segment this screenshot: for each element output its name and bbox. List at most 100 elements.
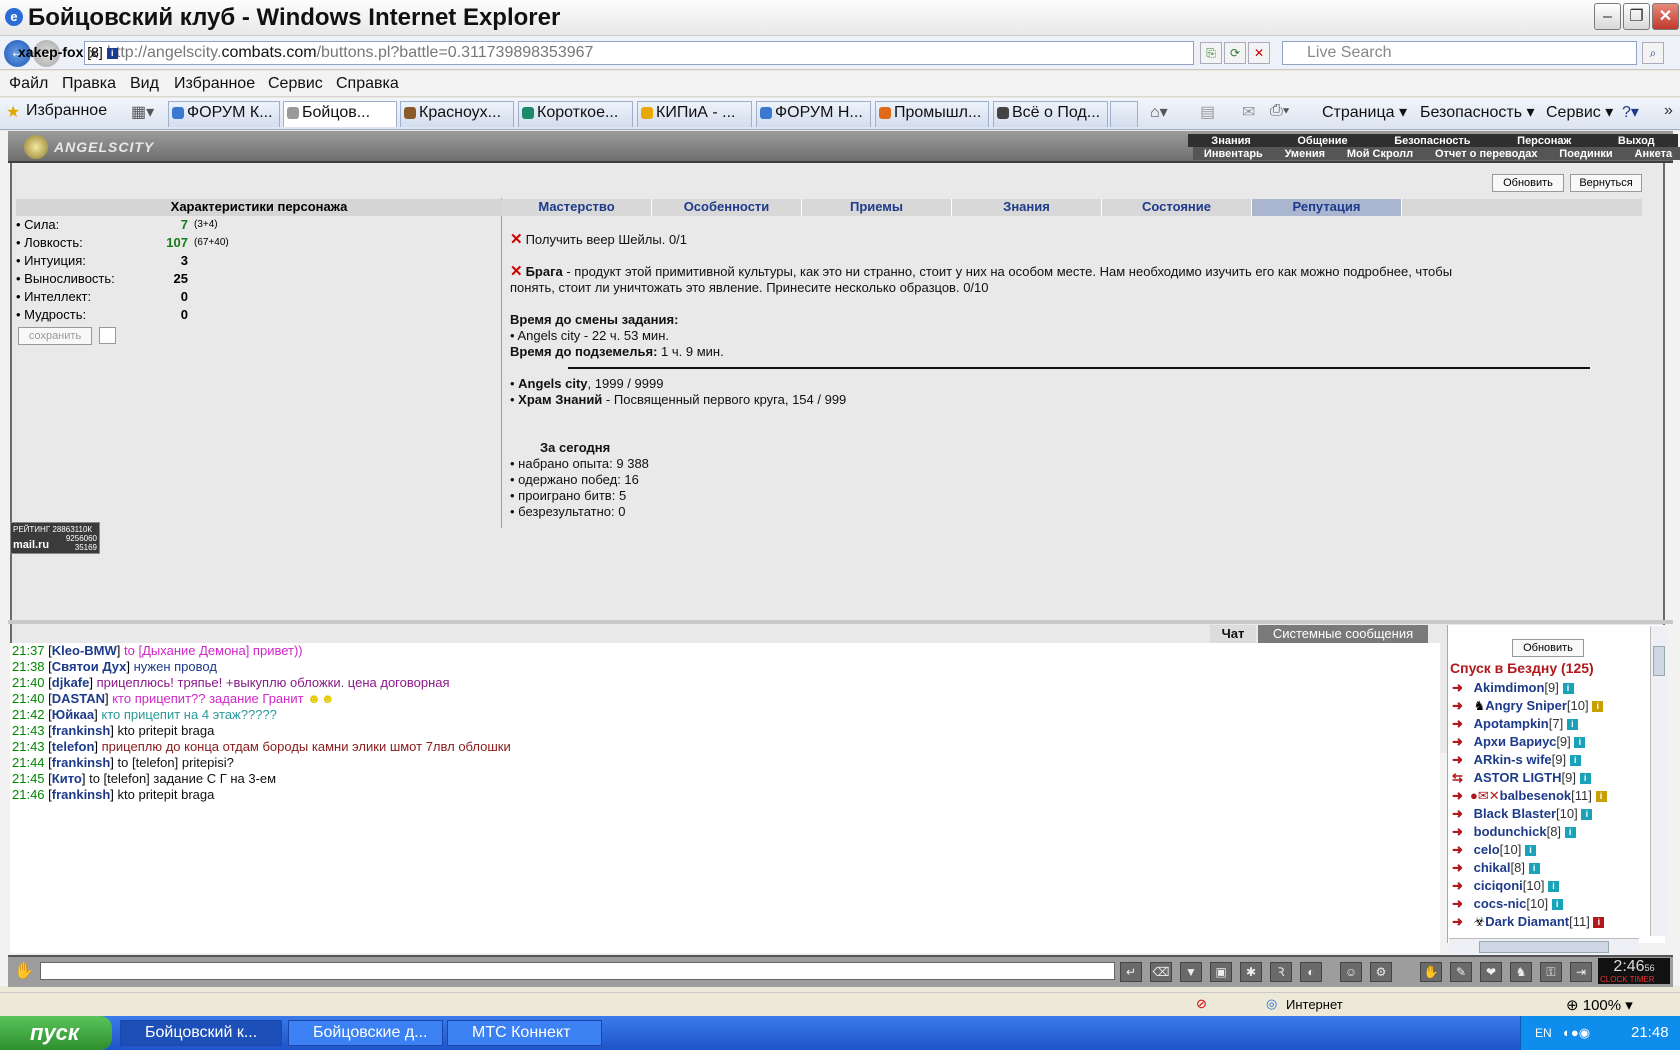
tab-combats[interactable]: Бойцов... — [283, 101, 397, 127]
user-row[interactable]: ➜ ♞Angry Sniper[10] i — [1452, 698, 1604, 714]
save-log-icon[interactable]: ▣ — [1210, 962, 1232, 982]
minimize-button[interactable]: – — [1594, 3, 1621, 30]
lang-indicator[interactable]: EN — [1535, 1016, 1552, 1050]
task-combats-2[interactable]: Бойцовские д... — [288, 1020, 443, 1046]
user-row[interactable]: ➜ Akimdimon[9] i — [1452, 680, 1574, 696]
tab-forum-n[interactable]: ФОРУМ Н... — [756, 101, 871, 127]
info-icon[interactable]: i — [1595, 791, 1607, 802]
tab-forum-k[interactable]: ФОРУМ К... — [168, 101, 280, 127]
tray-icons[interactable]: ◐●◉ — [1563, 1016, 1590, 1050]
user-row[interactable]: ➜ ARkin-s wife[9] i — [1452, 752, 1581, 768]
tab-vse-o-pod[interactable]: Всё о Под... — [993, 101, 1108, 127]
menu-edit[interactable]: Правка — [62, 75, 116, 93]
user-row[interactable]: ➜ ☣Dark Diamant[11] i — [1452, 914, 1605, 930]
refresh-button[interactable]: Обновить — [1492, 174, 1564, 192]
info-icon[interactable]: i — [1524, 845, 1536, 856]
task-combats-1[interactable]: Бойцовский к... — [120, 1020, 282, 1046]
menu-view[interactable]: Вид — [130, 75, 159, 93]
tab-korotkoe[interactable]: Короткое... — [518, 101, 633, 127]
page-menu[interactable]: Страница ▾ — [1322, 102, 1407, 122]
tab-znania[interactable]: Знания — [952, 199, 1102, 216]
info-icon[interactable]: i — [1592, 701, 1604, 712]
back-game-button[interactable]: Вернуться — [1570, 174, 1642, 192]
nav-scroll[interactable]: Мой Скролл — [1347, 148, 1413, 160]
print-icon[interactable]: ⎙▾ — [1270, 102, 1290, 120]
info-icon[interactable]: i — [1566, 719, 1578, 730]
info-icon[interactable]: i — [1574, 737, 1586, 748]
nav-znania[interactable]: Знания — [1211, 135, 1250, 147]
mailru-rating-badge[interactable]: РЕЙТИНГ 28863110К 9256060 35169 mail.ru — [10, 522, 100, 554]
chat-options-icon[interactable]: ✋ — [14, 961, 36, 981]
nav-obshenie[interactable]: Общение — [1297, 135, 1347, 147]
home-icon[interactable]: ⌂▾ — [1150, 102, 1168, 122]
nav-umenia[interactable]: Умения — [1285, 148, 1325, 160]
nav-vyhod[interactable]: Выход — [1618, 135, 1655, 147]
userlist-vscroll[interactable] — [1650, 626, 1667, 936]
feeds-icon[interactable]: ▤ — [1200, 102, 1215, 122]
refresh-icon[interactable]: ⟳ — [1224, 42, 1246, 64]
zoom-level[interactable]: ⊕ 100% ▾ — [1566, 996, 1633, 1014]
tools-menu[interactable]: Сервис ▾ — [1546, 102, 1613, 122]
tab-grid-icon[interactable]: ▦▾ — [131, 102, 154, 122]
menu-tools[interactable]: Сервис — [268, 75, 323, 93]
filter-icon[interactable]: ▼ — [1180, 962, 1202, 982]
nav-anketa[interactable]: Анкета — [1635, 148, 1673, 160]
user-row[interactable]: ➜ celo[10] i — [1452, 842, 1536, 858]
tab-krasnoukh[interactable]: Красноух... — [400, 101, 514, 127]
tab-sostoyanie[interactable]: Состояние — [1102, 199, 1252, 216]
save-checkbox[interactable] — [99, 327, 116, 344]
hand-icon[interactable]: ✋ — [1420, 962, 1442, 982]
search-input[interactable]: Live Search — [1282, 41, 1637, 65]
user-row[interactable]: ➜ ciciqoni[10] i — [1452, 878, 1560, 894]
tab-masterstvo[interactable]: Мастерство — [502, 199, 652, 216]
stop-icon[interactable]: ✕ — [1248, 42, 1270, 64]
menu-favorites[interactable]: Избранное — [174, 75, 255, 93]
popup-blocked-icon[interactable]: ⊘ — [1196, 996, 1207, 1012]
userlist-hscroll[interactable] — [1449, 938, 1639, 955]
info-icon[interactable]: i — [1551, 899, 1563, 910]
nav-inventar[interactable]: Инвентарь — [1204, 148, 1263, 160]
user-row[interactable]: ➜ Black Blaster[10] i — [1452, 806, 1593, 822]
userlist-refresh-button[interactable]: Обновить — [1512, 639, 1584, 657]
heart-icon[interactable]: ❤ — [1480, 962, 1502, 982]
favorites-button[interactable]: Избранное — [26, 102, 107, 120]
more-chevron-icon[interactable]: » — [1664, 102, 1673, 120]
compat-icon[interactable]: ⎘ — [1200, 42, 1222, 64]
start-button[interactable]: пуск — [0, 1016, 112, 1050]
info-icon[interactable]: i — [1528, 863, 1540, 874]
user-row[interactable]: ➜ ●✉✕balbesenok[11] i — [1452, 788, 1607, 804]
tab-priemy[interactable]: Приемы — [802, 199, 952, 216]
menu-file[interactable]: Файл — [9, 75, 48, 93]
translit-icon[interactable]: Ꝛ — [1270, 962, 1292, 982]
tab-promysh[interactable]: Промышл... — [875, 101, 989, 127]
info-icon[interactable]: i — [1564, 827, 1576, 838]
clear-icon[interactable]: ⌫ — [1150, 962, 1172, 982]
chat-tab[interactable]: Чат — [1210, 625, 1256, 643]
system-messages-tab[interactable]: Системные сообщения — [1258, 625, 1428, 643]
help-icon[interactable]: ?▾ — [1622, 102, 1639, 122]
sound-icon[interactable]: ◐ — [1300, 962, 1322, 982]
address-input[interactable]: http://angelscity.combats.com/buttons.pl… — [84, 41, 1194, 65]
user-row[interactable]: ➜ cocs-nic[10] i — [1452, 896, 1563, 912]
close-button[interactable]: ✕ — [1652, 3, 1679, 30]
user-row[interactable]: ➜ chikal[8] i — [1452, 860, 1540, 876]
menu-help[interactable]: Справка — [336, 75, 399, 93]
tab-osobennosti[interactable]: Особенности — [652, 199, 802, 216]
lock-icon[interactable]: ⚿ — [1540, 962, 1562, 982]
save-stats-button[interactable]: сохранить — [18, 327, 92, 345]
info-icon[interactable]: i — [1569, 755, 1581, 766]
new-tab-button[interactable] — [1110, 101, 1138, 127]
tab-reputacia[interactable]: Репутация — [1252, 199, 1402, 216]
favorites-star-icon[interactable]: ★ — [6, 102, 20, 122]
nav-otchet[interactable]: Отчет о переводах — [1435, 148, 1538, 160]
nav-personazh[interactable]: Персонаж — [1517, 135, 1571, 147]
pet-icon[interactable]: ♞ — [1510, 962, 1532, 982]
nav-poedinki[interactable]: Поединки — [1559, 148, 1612, 160]
send-icon[interactable]: ↵ — [1120, 962, 1142, 982]
nav-bezopasnost[interactable]: Безопасность — [1394, 135, 1470, 147]
info-icon[interactable]: i — [1579, 773, 1591, 784]
user-row[interactable]: ➜ Apotampkin[7] i — [1452, 716, 1578, 732]
chat-settings-icon[interactable]: ⚙ — [1370, 962, 1392, 982]
info-icon[interactable]: i — [1593, 917, 1605, 928]
info-icon[interactable]: i — [1548, 881, 1560, 892]
